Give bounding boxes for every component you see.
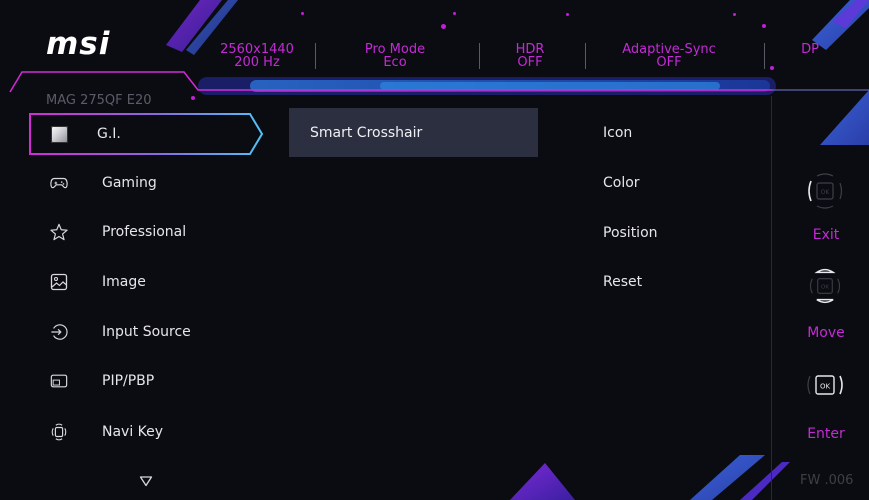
menu-item-input-source[interactable]: Input Source [30,314,260,350]
divider [771,96,772,500]
menu-item-professional[interactable]: Professional [30,214,260,250]
input-port-status: DP [801,42,819,57]
image-icon [50,273,68,291]
pro-mode-status: Pro Mode Eco [364,42,426,70]
menu-item-image[interactable]: Image [30,264,260,300]
menu-item-gaming[interactable]: Gaming [30,165,260,201]
enter-key-label: Enter [807,426,845,442]
option-reset[interactable]: Reset [603,274,642,290]
exit-key-label: Exit [812,227,840,243]
menu-item-gi[interactable]: G.I. [30,116,260,152]
move-key-label: Move [807,325,845,341]
navi-key-icon [50,423,68,441]
firmware-version: FW .006 [800,473,854,488]
resolution-status: 2560x1440 200 Hz [220,42,294,70]
osd-window: msi 2560x1440 200 Hz Pro Mode Eco HDR OFF A… [0,0,869,500]
navi-left-icon: OK [808,173,843,209]
adaptive-sync-status: Adaptive-Sync OFF [622,42,716,70]
gamepad-icon [50,174,68,192]
msi-logo: msi [46,26,111,62]
model-name: MAG 275QF E20 [46,93,152,108]
gi-icon [50,125,68,143]
hdr-status: HDR OFF [515,42,545,70]
chevron-down-icon[interactable] [139,475,153,487]
option-icon[interactable]: Icon [603,125,632,141]
input-source-icon [50,323,68,341]
option-color[interactable]: Color [603,175,640,191]
menu-item-navi-key[interactable]: Navi Key [30,414,260,450]
star-icon [50,223,68,241]
option-position[interactable]: Position [603,225,658,241]
svg-text:OK: OK [821,189,831,196]
menu-item-pip-pbp[interactable]: PIP/PBP [30,363,260,399]
svg-text:OK: OK [820,383,831,391]
pip-icon [50,372,68,390]
navi-updown-icon: OK [809,268,841,304]
svg-text:OK: OK [821,285,829,291]
navi-ok-icon: OK [807,375,843,395]
submenu-item-smart-crosshair[interactable]: Smart Crosshair [289,108,538,157]
